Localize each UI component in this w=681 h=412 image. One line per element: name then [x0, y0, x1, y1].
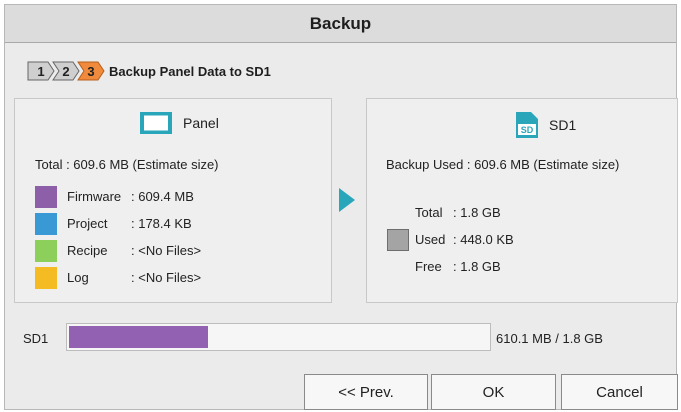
step-3-active: 3 — [77, 61, 105, 81]
legend-item-log: Log : <No Files> — [35, 264, 201, 291]
used-swatch — [387, 228, 409, 251]
stat-name: Used — [415, 232, 446, 247]
sd-card: SD SD1 Backup Used : 609.6 MB (Estimate … — [366, 98, 678, 303]
window-title: Backup — [309, 13, 372, 33]
sd-header: SD SD1 — [515, 111, 576, 139]
panel-card: Panel Total : 609.6 MB (Estimate size) F… — [14, 98, 332, 303]
title-bar: Backup — [5, 5, 676, 43]
legend-item-firmware: Firmware : 609.4 MB — [35, 183, 201, 210]
panel-screen-icon — [140, 112, 172, 134]
stat-value: : 1.8 GB — [453, 259, 501, 274]
firmware-swatch — [35, 185, 57, 208]
usage-bar-text: 610.1 MB / 1.8 GB — [496, 331, 603, 346]
recipe-swatch — [35, 239, 57, 262]
sd-icon-text: SD — [521, 125, 534, 135]
log-swatch — [35, 266, 57, 289]
project-swatch — [35, 212, 57, 235]
panel-total: Total : 609.6 MB (Estimate size) — [35, 157, 219, 172]
sd-stat-used: Used : 448.0 KB — [387, 226, 514, 253]
sd-stat-total: Total : 1.8 GB — [387, 199, 514, 226]
panel-legend: Firmware : 609.4 MB Project : 178.4 KB R… — [35, 183, 201, 291]
sd-stat-free: Free : 1.8 GB — [387, 253, 514, 280]
backup-dialog: Backup 1 2 3 Backup Panel Data to SD1 Pa… — [4, 4, 678, 410]
legend-item-name: Recipe — [67, 243, 108, 258]
stat-value: : 1.8 GB — [453, 205, 501, 220]
stat-name: Free — [415, 259, 442, 274]
panel-header: Panel — [139, 111, 219, 135]
legend-item-value: : 178.4 KB — [131, 216, 192, 231]
step-2: 2 — [52, 61, 80, 81]
usage-progress-bar — [66, 323, 491, 351]
step-indicator: 1 2 3 Backup Panel Data to SD1 — [27, 61, 271, 81]
panel-label: Panel — [183, 115, 219, 131]
legend-item-value: : <No Files> — [131, 243, 202, 258]
step-title: Backup Panel Data to SD1 — [109, 63, 271, 79]
legend-item-value: : <No Files> — [131, 270, 202, 285]
legend-item-name: Project — [67, 216, 108, 231]
step-1: 1 — [27, 61, 55, 81]
sd-backup-used: Backup Used : 609.6 MB (Estimate size) — [386, 157, 620, 172]
step-3-label: 3 — [87, 63, 95, 79]
sd-stats: Total : 1.8 GB Used : 448.0 KB Free : 1.… — [387, 199, 514, 280]
step-1-label: 1 — [37, 63, 45, 79]
stat-name: Total — [415, 205, 443, 220]
usage-progress-fill — [69, 326, 208, 348]
legend-item-value: : 609.4 MB — [131, 189, 194, 204]
prev-button[interactable]: << Prev. — [304, 374, 428, 410]
sd-card-icon: SD — [516, 112, 538, 138]
legend-item-recipe: Recipe : <No Files> — [35, 237, 201, 264]
legend-item-name: Firmware — [67, 189, 122, 204]
cancel-button[interactable]: Cancel — [561, 374, 678, 410]
usage-bar-label: SD1 — [23, 331, 49, 346]
ok-button[interactable]: OK — [431, 374, 556, 410]
legend-item-project: Project : 178.4 KB — [35, 210, 201, 237]
stat-value: : 448.0 KB — [453, 232, 514, 247]
arrow-right-icon — [339, 188, 355, 212]
step-2-label: 2 — [62, 63, 70, 79]
sd-label: SD1 — [549, 117, 577, 133]
legend-item-name: Log — [67, 270, 89, 285]
